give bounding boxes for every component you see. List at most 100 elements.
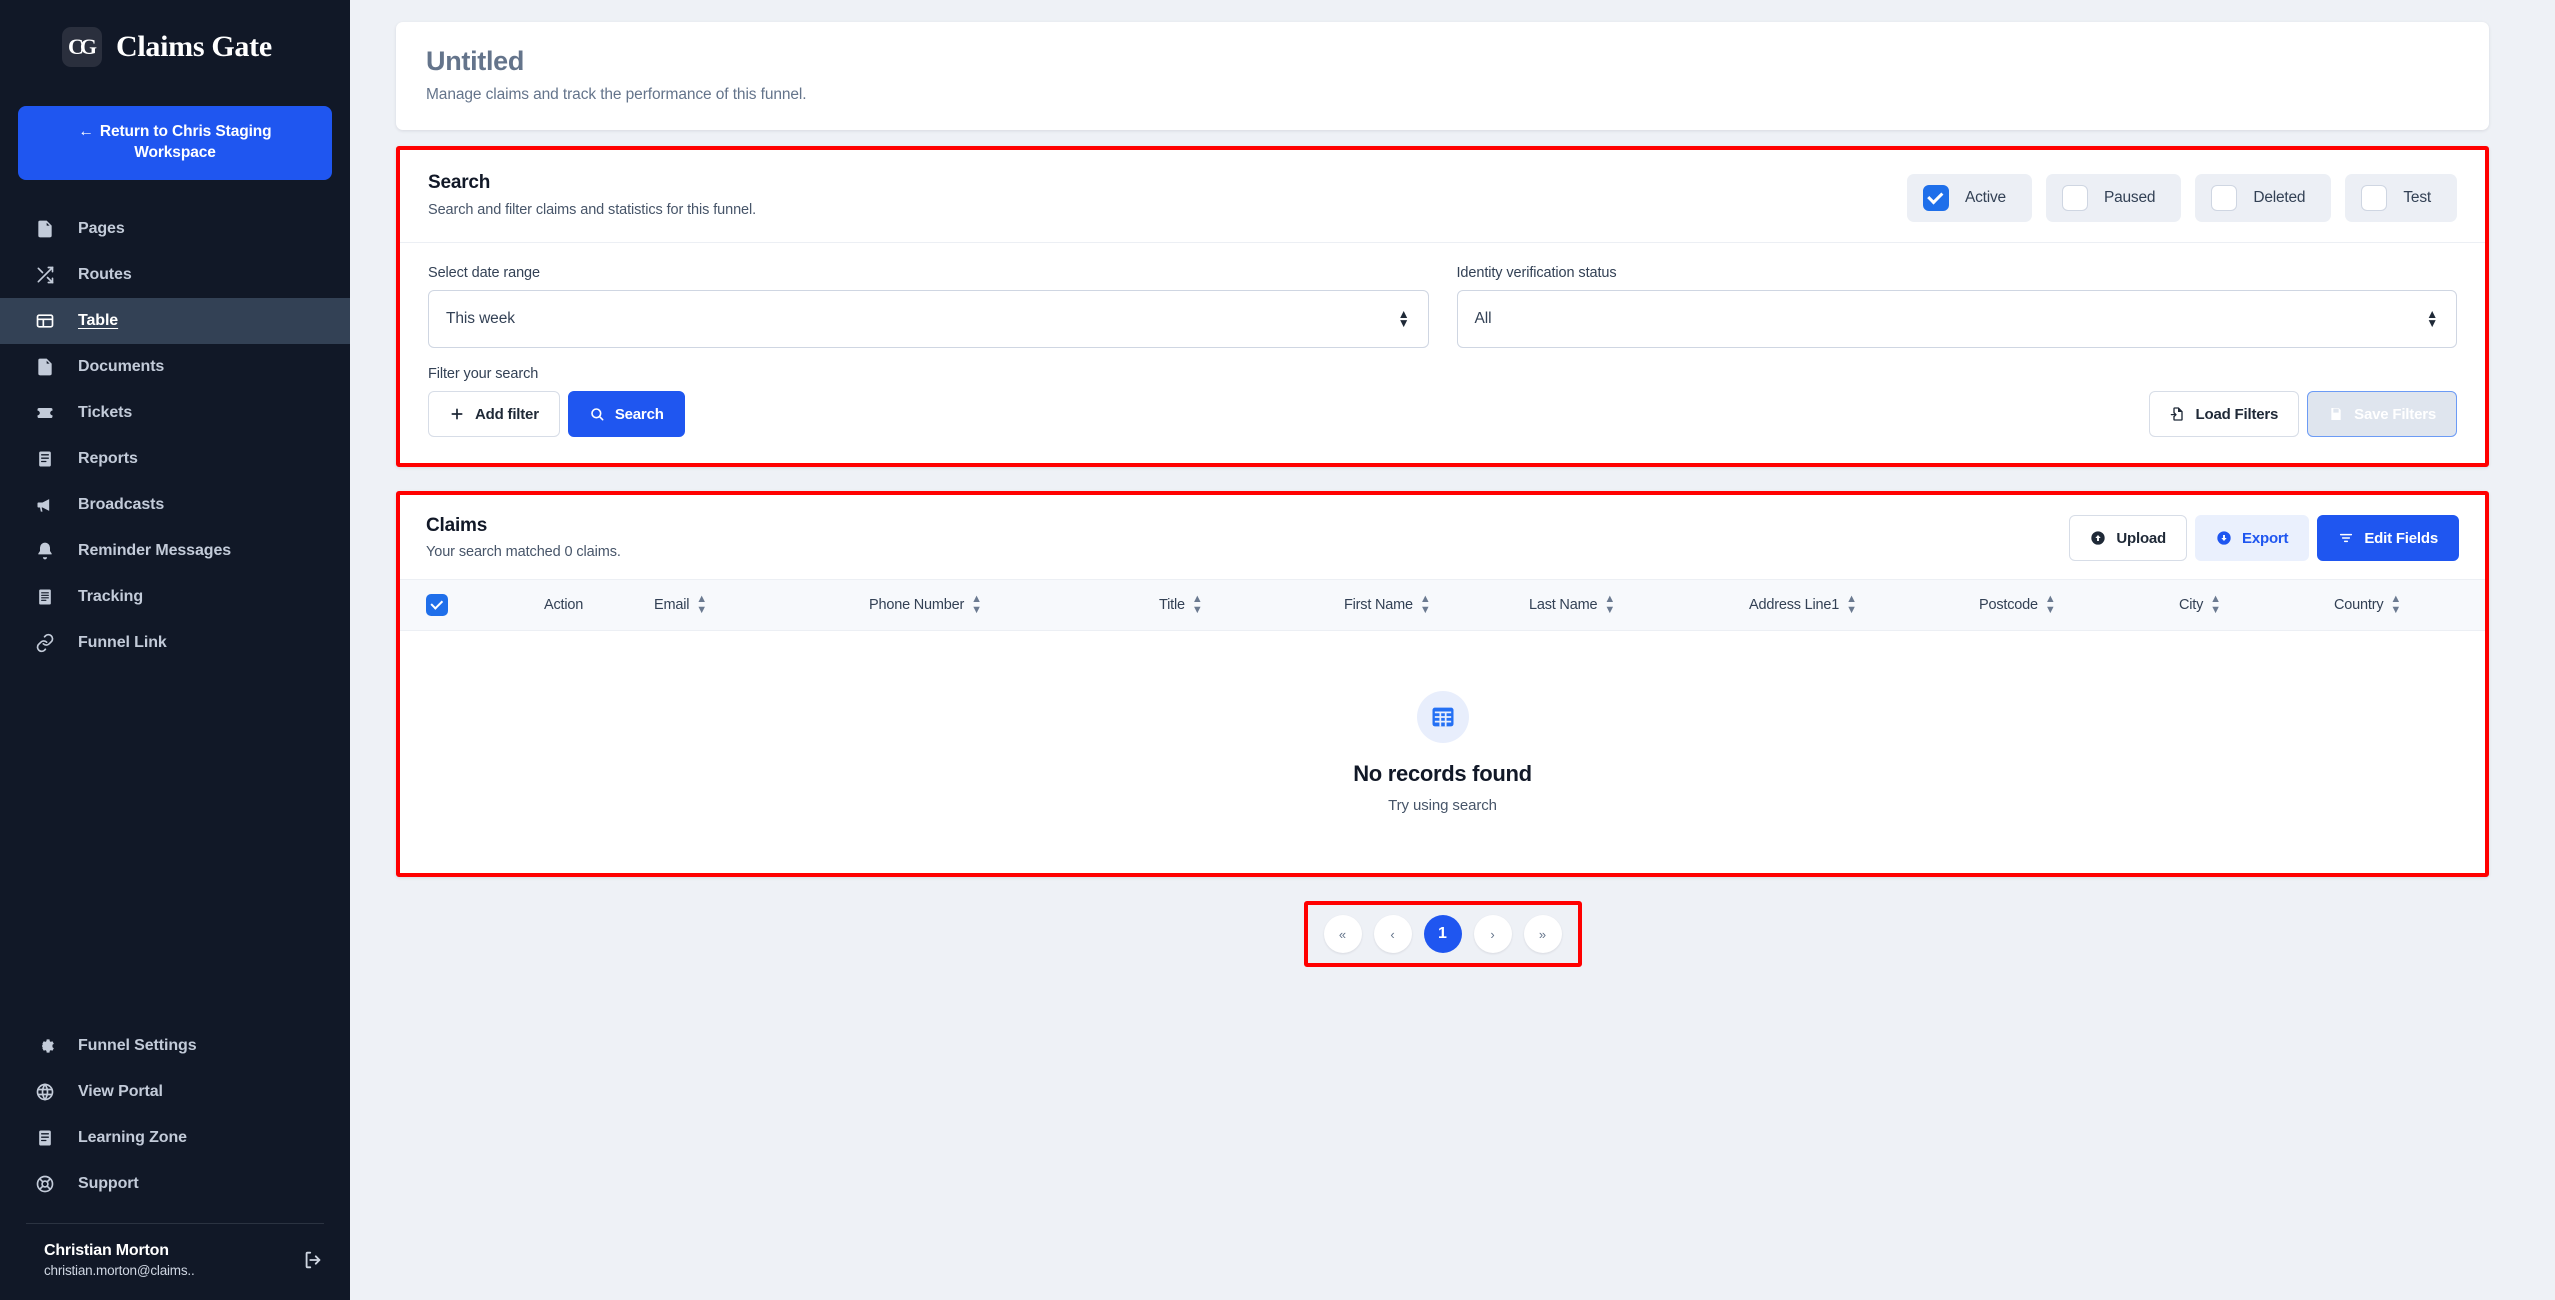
empty-state-subtitle: Try using search — [1388, 796, 1497, 814]
sidebar-item-reports[interactable]: Reports — [0, 436, 350, 482]
search-icon — [591, 408, 604, 421]
claims-panel-titles: Claims Your search matched 0 claims. — [426, 515, 621, 560]
return-to-workspace-button[interactable]: ← Return to Chris Staging Workspace — [18, 106, 332, 180]
status-filter-paused[interactable]: Paused — [2045, 174, 2182, 222]
sidebar-item-documents[interactable]: Documents — [0, 344, 350, 390]
column-label: Country — [2334, 597, 2384, 613]
sidebar-item-broadcasts[interactable]: Broadcasts — [0, 482, 350, 528]
sort-icon: ▲ ▼ — [1191, 593, 1203, 616]
column-label: Email — [654, 597, 690, 613]
identity-status-select[interactable]: All ▲ ▼ — [1456, 290, 2457, 348]
date-range-field: Select date range This week ▲ ▼ — [428, 265, 1429, 348]
sidebar-item-funnel-link[interactable]: Funnel Link — [0, 620, 350, 666]
column-header-city[interactable]: City ▲ ▼ — [2179, 594, 2334, 616]
checkbox-active[interactable] — [1922, 185, 1949, 211]
search-button[interactable]: Search — [567, 391, 685, 437]
pagination-last-button[interactable]: » — [1523, 915, 1562, 953]
status-filter-active[interactable]: Active — [1906, 174, 2032, 222]
edit-fields-button[interactable]: Edit Fields — [2317, 515, 2459, 561]
save-filters-button[interactable]: Save Filters — [2307, 391, 2457, 437]
status-filter-deleted[interactable]: Deleted — [2195, 174, 2332, 222]
identity-status-label: Identity verification status — [1456, 265, 1617, 281]
sidebar-item-label: View Portal — [78, 1083, 163, 1100]
sidebar-item-label: Funnel Link — [78, 633, 167, 651]
select-all-checkbox[interactable] — [426, 594, 448, 616]
search-panel-body: Select date range This week ▲ ▼ Identity … — [400, 243, 2485, 463]
shuffle-icon — [34, 264, 56, 286]
sidebar-item-funnel-settings[interactable]: Funnel Settings — [0, 1023, 350, 1069]
sliders-icon — [2340, 533, 2353, 543]
column-label: Action — [544, 597, 584, 613]
sort-icon: ▲ ▼ — [971, 593, 982, 616]
link-icon — [34, 632, 56, 654]
table-icon — [34, 310, 56, 332]
date-range-label: Select date range — [428, 265, 540, 281]
sidebar-item-tracking[interactable]: Tracking — [0, 574, 350, 620]
status-filter-test[interactable]: Test — [2345, 174, 2457, 222]
pagination-next-button[interactable]: › — [1473, 915, 1512, 953]
column-header-email[interactable]: Email ▲ ▼ — [654, 594, 869, 616]
sidebar-item-label: Tracking — [78, 587, 144, 605]
column-header-address-line1[interactable]: Address Line1 ▲ ▼ — [1749, 594, 1979, 616]
sidebar-item-table[interactable]: Table — [0, 297, 350, 344]
claims-table-header: Action Email ▲ ▼ Phone Number ▲ ▼ Title ▲ ▼… — [400, 579, 2485, 631]
brand-name: Claims Gate — [116, 30, 272, 63]
sidebar-item-pages[interactable]: Pages — [0, 206, 350, 252]
table-grid-icon — [1416, 690, 1469, 743]
user-email: christian.morton@claims.. — [44, 1263, 195, 1278]
column-header-action[interactable]: Action — [544, 597, 654, 613]
pagination-page-1[interactable]: 1 — [1423, 915, 1462, 953]
upload-button[interactable]: Upload — [2069, 515, 2188, 561]
upload-label: Upload — [2116, 529, 2167, 547]
column-label: Address Line1 — [1749, 597, 1840, 613]
pagination: « ‹ 1 › » — [1303, 901, 1582, 967]
sidebar-item-support[interactable]: Support — [0, 1161, 350, 1207]
sidebar-item-label: Documents — [78, 357, 165, 375]
pagination-wrap: « ‹ 1 › » — [396, 901, 2489, 967]
sort-icon: ▲ ▼ — [2044, 593, 2056, 616]
export-label: Export — [2242, 529, 2289, 547]
column-header-phone-number[interactable]: Phone Number ▲ ▼ — [869, 594, 1159, 616]
column-header-last-name[interactable]: Last Name ▲ ▼ — [1529, 594, 1749, 616]
sidebar-item-learning-zone[interactable]: Learning Zone — [0, 1115, 350, 1161]
sidebar-item-label: Funnel Settings — [78, 1037, 197, 1054]
claims-panel: Claims Your search matched 0 claims. Upl… — [396, 491, 2489, 877]
add-filter-button[interactable]: Add filter — [428, 391, 560, 437]
sidebar-item-view-portal[interactable]: View Portal — [0, 1069, 350, 1115]
sidebar-item-tickets[interactable]: Tickets — [0, 390, 350, 436]
edit-fields-label: Edit Fields — [2364, 529, 2438, 547]
checkbox-deleted[interactable] — [2211, 185, 2238, 211]
date-range-select[interactable]: This week ▲ ▼ — [428, 290, 1429, 348]
logout-icon[interactable] — [302, 1249, 324, 1271]
column-label: Last Name — [1529, 597, 1598, 613]
sidebar-item-label: Table — [78, 311, 119, 329]
sidebar-item-reminder-messages[interactable]: Reminder Messages — [0, 528, 350, 574]
file-import-icon — [2170, 407, 2183, 421]
column-header-postcode[interactable]: Postcode ▲ ▼ — [1979, 594, 2179, 616]
sidebar-item-label: Support — [78, 1175, 139, 1192]
checkbox-test[interactable] — [2361, 185, 2388, 211]
sidebar-item-routes[interactable]: Routes — [0, 252, 350, 298]
chevron-updown-icon: ▲ ▼ — [2426, 307, 2438, 330]
ticket-icon — [34, 402, 56, 424]
load-filters-button[interactable]: Load Filters — [2148, 391, 2300, 437]
checkbox-paused[interactable] — [2061, 185, 2088, 211]
sort-icon: ▲ ▼ — [1846, 593, 1857, 616]
user-info: Christian Morton christian.morton@claims… — [44, 1242, 292, 1278]
column-header-country[interactable]: Country ▲ ▼ — [2334, 594, 2401, 616]
column-label: Postcode — [1979, 597, 2038, 613]
status-filter-group: Active Paused Deleted Test — [1906, 174, 2457, 222]
export-button[interactable]: Export — [2195, 515, 2310, 561]
empty-state: No records found Try using search — [400, 631, 2485, 873]
column-label: City — [2179, 597, 2204, 613]
pagination-prev-button[interactable]: ‹ — [1373, 915, 1412, 953]
date-range-value: This week — [446, 310, 515, 327]
column-header-title[interactable]: Title ▲ ▼ — [1159, 594, 1344, 616]
user-profile[interactable]: Christian Morton christian.morton@claims… — [0, 1224, 350, 1300]
sidebar-item-label: Pages — [78, 219, 125, 237]
column-header-first-name[interactable]: First Name ▲ ▼ — [1344, 594, 1529, 616]
pagination-first-button[interactable]: « — [1323, 915, 1362, 953]
sort-icon: ▲ ▼ — [1419, 593, 1431, 616]
filter-actions-row: Filter your search Add filter Search Loa… — [428, 366, 2457, 437]
